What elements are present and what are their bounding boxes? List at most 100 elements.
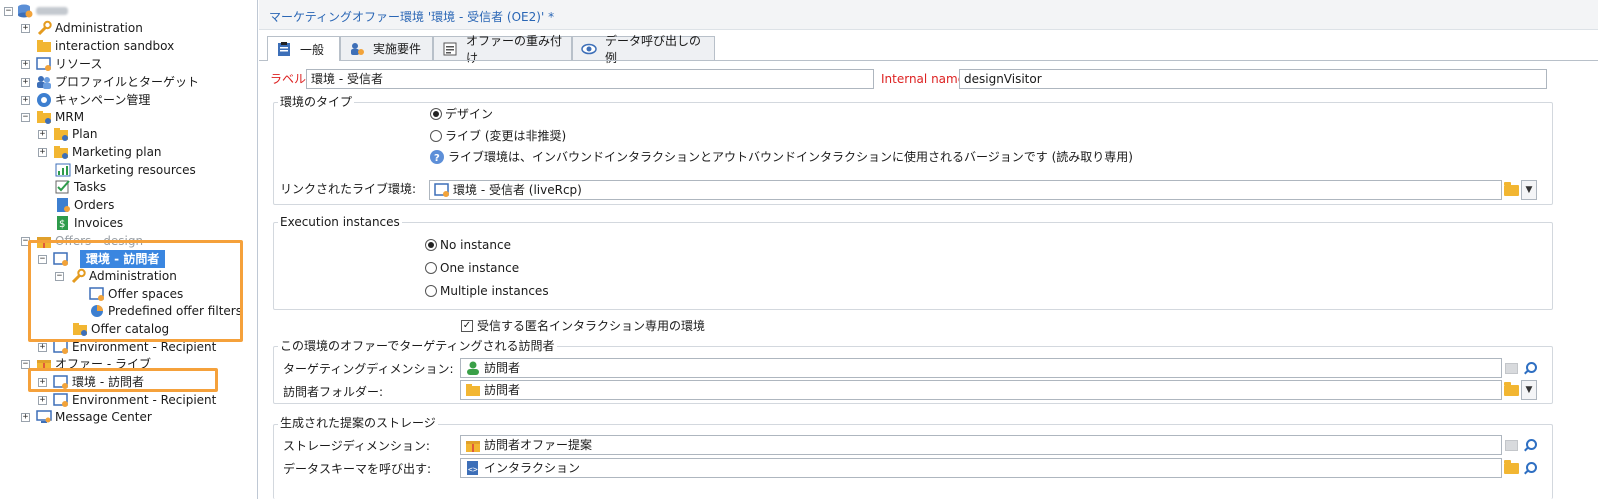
internal-name-caption: Internal name: [881, 72, 970, 86]
chart-icon [55, 162, 71, 178]
tree-item-campaign-management[interactable]: + キャンペーン管理 [21, 91, 150, 109]
internal-name-field[interactable]: designVisitor [959, 69, 1547, 89]
checkbox-label: 受信する匿名インタラクション専用の環境 [477, 319, 706, 333]
tree-item-orders[interactable]: Orders [55, 196, 114, 214]
expand-icon[interactable]: + [21, 95, 30, 105]
radio-label: Multiple instances [440, 284, 549, 298]
search-button[interactable] [1520, 435, 1538, 455]
anonymous-only-checkbox-row[interactable]: ✓ 受信する匿名インタラクション専用の環境 [461, 317, 705, 334]
radio-design[interactable]: デザイン [430, 105, 493, 122]
label-field[interactable]: 環境 - 受信者 [306, 69, 874, 89]
search-button[interactable] [1520, 358, 1538, 378]
schema-caption: データスキーマを呼び出す: [283, 462, 432, 476]
anonymous-only-checkbox[interactable]: ✓ [461, 319, 473, 332]
radio-label: デザイン [445, 107, 494, 121]
expand-icon[interactable]: + [21, 77, 30, 87]
tab-general[interactable]: 一般 [267, 36, 340, 61]
env-type-group-label: 環境のタイプ [278, 95, 355, 109]
expand-icon[interactable]: + [21, 59, 30, 69]
plan-folder-icon [53, 144, 69, 160]
radio-button[interactable] [430, 129, 442, 142]
radio-button-checked[interactable] [430, 107, 442, 120]
tree-item-profiles[interactable]: + プロファイルとターゲット [21, 73, 199, 91]
tree-item-tasks[interactable]: Tasks [55, 178, 106, 196]
help-icon: ? [429, 149, 445, 165]
tree-item-message-center[interactable]: + Message Center [21, 408, 152, 426]
help-text: ライブ環境は、インバウンドインタラクションとアウトバウンドインタラクションに使用… [448, 150, 1133, 164]
linked-env-value: 環境 - 受信者 (liveRcp) [453, 183, 582, 197]
wrench-icon [36, 20, 52, 36]
tree-label: Orders [74, 198, 115, 212]
blank-icon [1504, 439, 1518, 451]
search-button[interactable] [1520, 458, 1538, 478]
tree-item-invoices[interactable]: $ Invoices [55, 214, 123, 232]
storage-dimension-field[interactable]: 訪問者オファー提案 [460, 435, 1502, 455]
tree-label: Plan [72, 127, 98, 141]
tree-item-marketing-resources[interactable]: Marketing resources [55, 161, 196, 179]
tree-item-marketing-plan[interactable]: + Marketing plan [38, 143, 162, 161]
highlight-box-design [28, 240, 243, 342]
tree-label: Tasks [74, 180, 107, 194]
tree-item-administration[interactable]: + Administration [21, 19, 143, 37]
tree-item-env-recipient-live[interactable]: + Environment - Recipient [38, 391, 216, 409]
resource-folder-icon [36, 56, 52, 72]
folder-icon [1503, 459, 1519, 474]
radio-button[interactable] [425, 285, 437, 297]
plan-folder-icon [53, 126, 69, 142]
svg-text:<>: <> [468, 465, 478, 474]
visitor-folder-field[interactable]: 訪問者 [460, 380, 1502, 400]
search-icon [1523, 461, 1537, 475]
campaign-icon [36, 92, 52, 108]
schema-field[interactable]: <> インタラクション [460, 458, 1502, 478]
expand-icon[interactable]: + [21, 412, 30, 422]
radio-multiple-instances[interactable]: Multiple instances [425, 284, 549, 298]
dropdown-button[interactable]: ▼ [1521, 380, 1537, 400]
radio-button[interactable] [425, 262, 437, 274]
expand-icon[interactable]: + [38, 129, 47, 139]
clear-button[interactable] [1502, 435, 1520, 455]
highlight-box-live [28, 368, 218, 392]
folder-select-button[interactable] [1502, 458, 1520, 478]
tree-label: キャンペーン管理 [55, 93, 151, 107]
radio-button-checked[interactable] [425, 239, 437, 251]
targeted-group-label: この環境のオファーでターゲティングされる訪問者 [278, 339, 557, 353]
radio-no-instance[interactable]: No instance [425, 238, 511, 252]
tree-item-mrm[interactable]: − MRM [21, 108, 84, 126]
tree-item-interaction-sandbox[interactable]: interaction sandbox [36, 37, 174, 55]
targeting-dimension-field[interactable]: 訪問者 [460, 358, 1502, 378]
tree-label: リソース [55, 57, 103, 71]
tab-offer-weighting[interactable]: オファーの重み付け [433, 34, 572, 65]
chevron-down-icon: ▼ [1525, 385, 1533, 395]
radio-one-instance[interactable]: One instance [425, 261, 519, 275]
blank-icon [1504, 362, 1518, 374]
search-icon [1523, 361, 1537, 375]
tree-label: Message Center [55, 410, 152, 424]
search-icon [1523, 438, 1537, 452]
tab-eligibility[interactable]: 実施要件 [340, 36, 433, 60]
expand-icon[interactable]: + [38, 342, 47, 352]
tree-root[interactable]: − [4, 2, 68, 20]
folder-select-button[interactable] [1502, 380, 1520, 400]
dropdown-button[interactable]: ▼ [1521, 180, 1537, 200]
folder-icon [1503, 181, 1519, 196]
folder-select-button[interactable] [1502, 180, 1520, 200]
expand-icon[interactable]: + [38, 395, 47, 405]
expand-icon[interactable]: + [38, 147, 47, 157]
tab-data-call-example[interactable]: データ呼び出しの例 [572, 34, 715, 65]
collapse-icon[interactable]: − [4, 6, 13, 16]
tree-item-resources[interactable]: + リソース [21, 55, 102, 73]
navigation-tree[interactable]: − + Administration interaction sandbox +… [0, 0, 258, 499]
linked-env-field[interactable]: 環境 - 受信者 (liveRcp) [429, 180, 1502, 200]
tree-label: Administration [55, 21, 143, 35]
invoice-icon: $ [55, 215, 71, 231]
people-icon [36, 74, 52, 90]
tree-item-plan[interactable]: + Plan [38, 125, 98, 143]
svg-text:?: ? [434, 153, 440, 164]
expand-icon[interactable]: + [21, 23, 30, 33]
radio-live[interactable]: ライブ (変更は非推奨) [430, 127, 566, 144]
folder-icon [465, 382, 481, 398]
svg-text:$: $ [59, 219, 65, 230]
clear-button[interactable] [1502, 358, 1520, 378]
person-icon [465, 360, 481, 376]
collapse-icon[interactable]: − [21, 112, 30, 122]
